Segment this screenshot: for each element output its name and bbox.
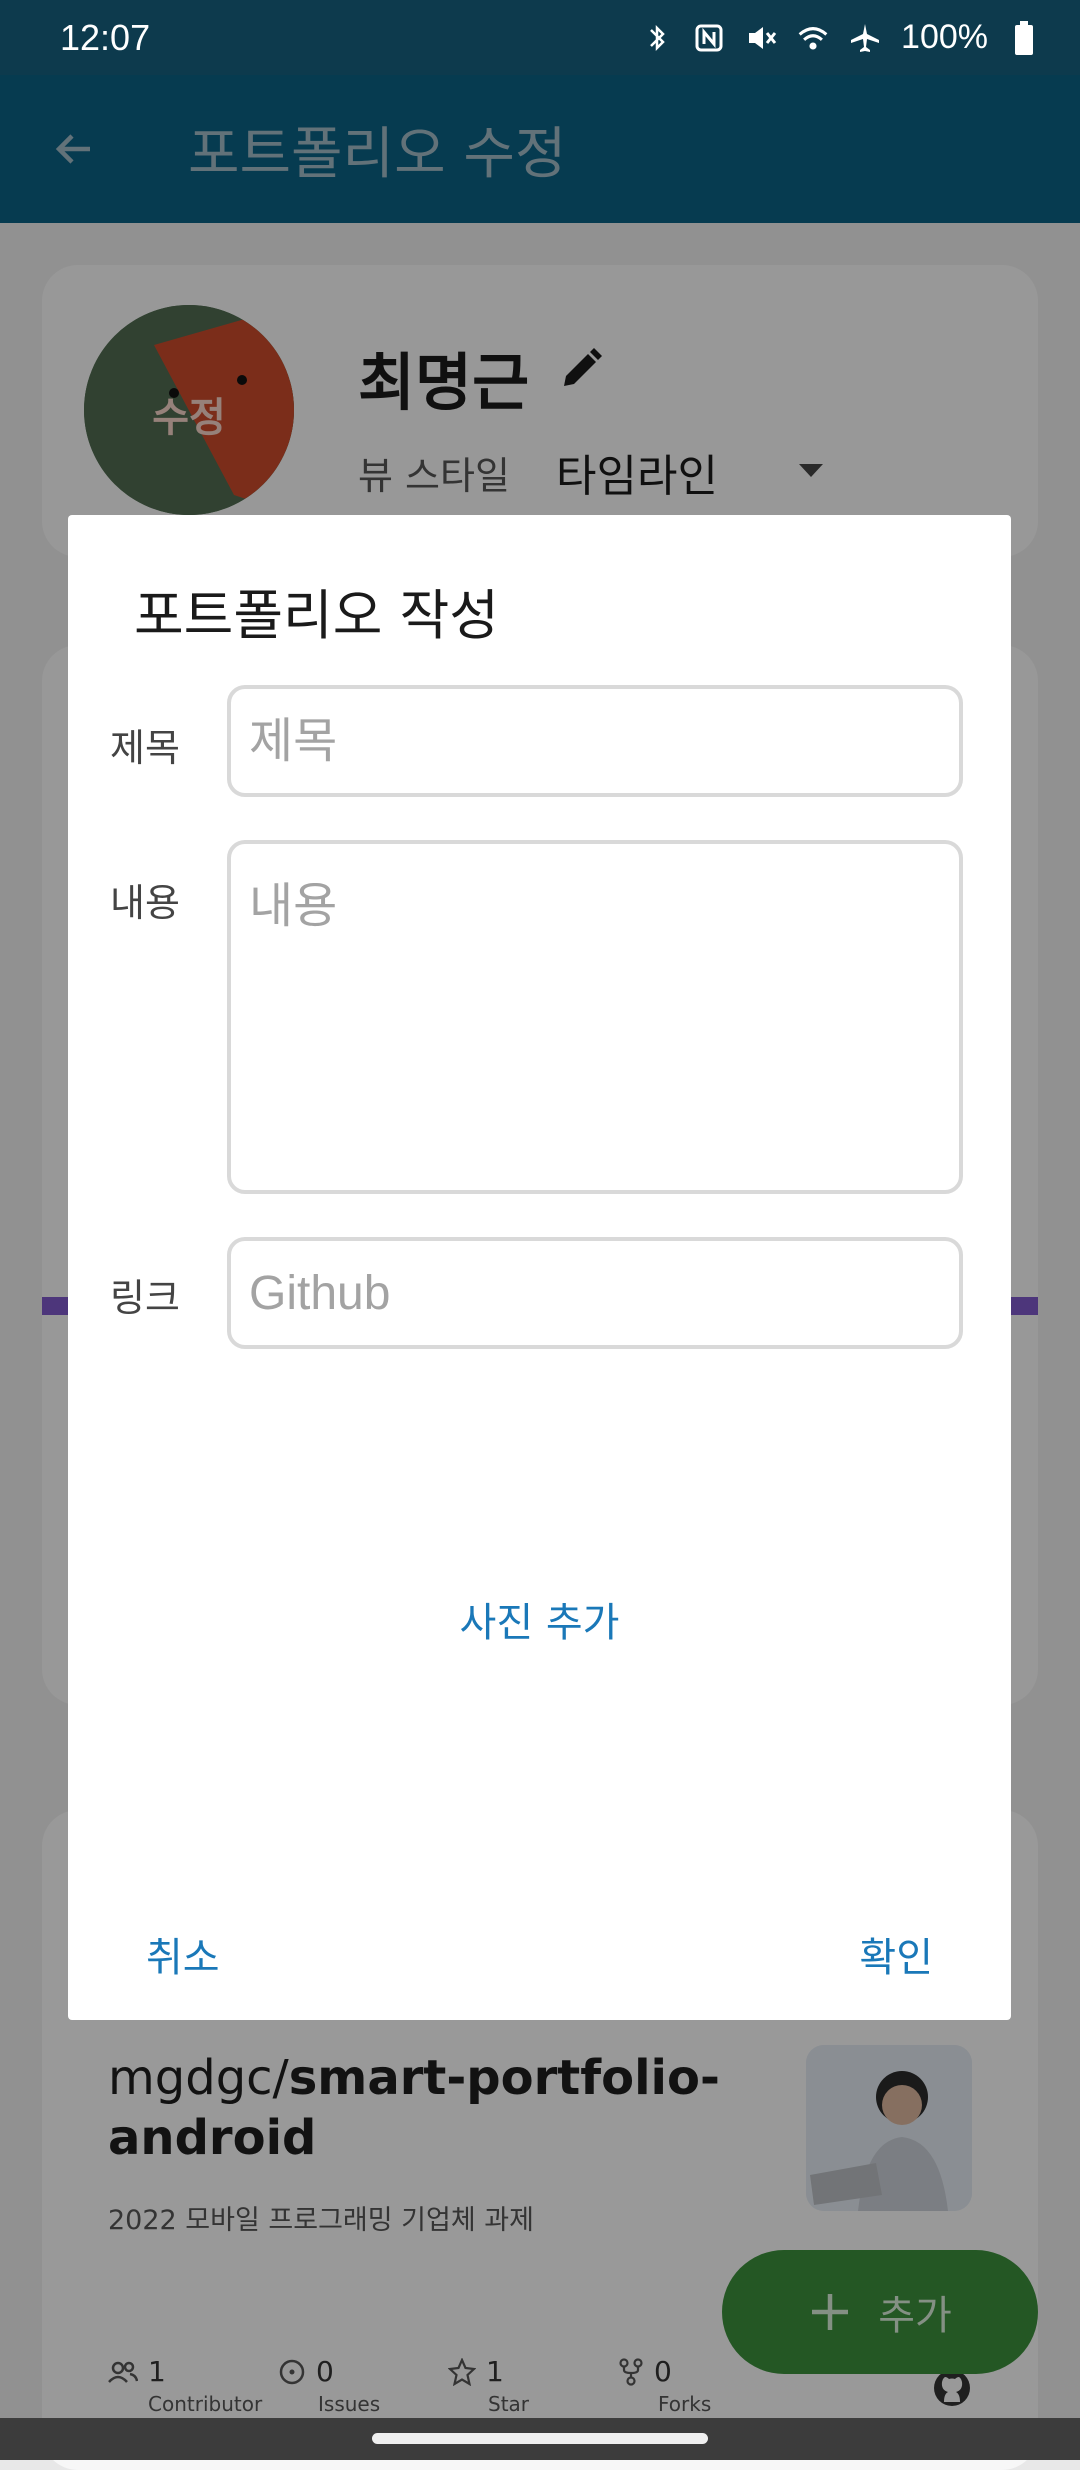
link-field[interactable] <box>227 1237 963 1349</box>
battery-percent: 100% <box>901 18 988 56</box>
status-time: 12:07 <box>60 16 151 58</box>
title-field[interactable] <box>227 685 963 797</box>
nfc-icon <box>693 22 725 54</box>
dialog-title: 포트폴리오 작성 <box>134 584 499 647</box>
bluetooth-icon <box>641 22 673 54</box>
content-label: 내용 <box>110 881 180 925</box>
content-field[interactable] <box>227 840 963 1194</box>
cancel-button[interactable]: 취소 <box>146 1925 220 1983</box>
vibrate-icon <box>745 22 777 54</box>
link-label: 링크 <box>110 1276 180 1320</box>
title-label: 제목 <box>110 726 180 770</box>
wifi-icon <box>797 22 829 54</box>
portfolio-create-dialog: 포트폴리오 작성 제목 내용 링크 사진 추가 취소 확인 <box>68 515 1011 2020</box>
status-icons: 100% <box>641 18 1040 57</box>
add-photo-button[interactable]: 사진 추가 <box>68 1590 1011 1648</box>
battery-icon <box>1008 20 1040 55</box>
confirm-button[interactable]: 확인 <box>859 1925 933 1983</box>
airplane-icon <box>849 22 881 54</box>
home-handle[interactable] <box>372 2433 708 2444</box>
status-bar: 12:07 100% <box>0 0 1080 75</box>
